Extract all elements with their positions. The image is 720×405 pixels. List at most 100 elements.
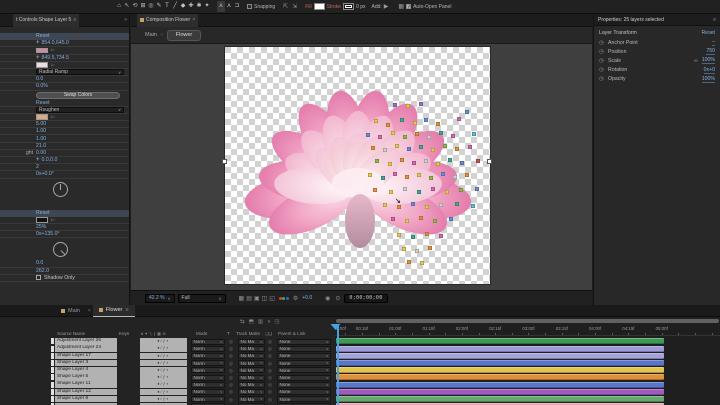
effect-point-value[interactable]: 849.5,734.5 xyxy=(42,55,69,61)
effect-param-value[interactable]: 0.00 xyxy=(36,150,46,156)
layer-row[interactable]: Adjustment Layer 26 ♦∕ƒ▪ Norm ∨ ◎ No Ma ∨ ◎ None… xyxy=(0,338,335,345)
property-value[interactable]: – xyxy=(712,39,715,47)
blend-mode-select[interactable]: Norm ∨ xyxy=(191,338,225,345)
stopwatch-icon[interactable]: ◷ xyxy=(599,58,608,64)
mini-flowchart-icon[interactable]: ⇆ xyxy=(240,319,245,325)
layer-name[interactable]: Shape Layer 6 xyxy=(55,395,117,403)
layer-color-chip[interactable] xyxy=(51,338,54,345)
parent-link-select[interactable]: None ∨ xyxy=(277,338,331,345)
effect-color-swatch[interactable] xyxy=(36,114,48,120)
track-matte-select[interactable]: No Ma ∨ xyxy=(238,367,265,374)
composition-tab-close-icon[interactable]: × xyxy=(192,17,195,23)
layer-duration-bar[interactable] xyxy=(336,395,664,402)
zoom-out-toolbar-icon[interactable]: ⇲ xyxy=(292,3,297,10)
fill-color-swatch[interactable] xyxy=(313,3,325,10)
layer-switches[interactable]: ♦∕ƒ▪ xyxy=(140,345,187,352)
layer-duration-bar[interactable] xyxy=(336,345,664,352)
layer-switches[interactable]: ♦∕ƒ▪ xyxy=(140,388,187,396)
color-management-gear-icon[interactable]: ⚙ xyxy=(293,295,298,302)
layer-switches[interactable]: ♦∕ƒ▪ xyxy=(140,395,187,403)
show-snapshot-icon[interactable]: ⊙ xyxy=(335,295,340,302)
blend-mode-select[interactable]: Norm ∨ xyxy=(191,374,225,381)
parent-pickwhip-icon[interactable]: ◎ xyxy=(268,339,272,345)
effect-color-swatch[interactable] xyxy=(36,217,48,223)
layer-name[interactable]: Adjustment Layer 26 xyxy=(55,338,117,345)
playhead-line[interactable] xyxy=(337,325,339,405)
clone-stamp-tool-icon[interactable]: ✱ xyxy=(195,1,203,12)
effect-param-value[interactable]: 0.0% xyxy=(36,83,48,89)
rotation-dial[interactable] xyxy=(53,241,68,257)
column-keys[interactable]: Keys xyxy=(119,331,129,336)
effect-param-value[interactable]: 262.0 xyxy=(36,268,49,274)
layer-name[interactable]: Shape Layer 11 xyxy=(55,381,117,388)
layer-switches[interactable]: ♦∕ƒ▪ xyxy=(140,366,187,374)
crosshair-icon[interactable]: + xyxy=(36,157,40,163)
effect-color-swatch[interactable] xyxy=(36,47,48,54)
eyedropper-icon[interactable]: ▻ xyxy=(51,62,55,68)
layer-row[interactable]: Shape Layer 6 ♦∕ƒ▪ Norm ∨ ◎ No Ma ∨ ◎ None ∨ xyxy=(0,395,335,403)
column-parent-link[interactable]: Parent & Link xyxy=(278,331,306,336)
channel-select-icon[interactable] xyxy=(278,296,289,300)
graph-editor-icon[interactable]: ◳ xyxy=(274,319,279,325)
brush-tool-icon[interactable]: ✚ xyxy=(187,1,195,12)
panel-menu-icon[interactable]: ≡ xyxy=(73,17,76,23)
stroke-color-swatch[interactable] xyxy=(343,3,355,10)
timecode-display[interactable]: 0;00;00;00 xyxy=(344,293,388,303)
mask-shape-tool-icon[interactable]: ◆ xyxy=(179,1,187,12)
parent-pickwhip-icon[interactable]: ◎ xyxy=(268,382,272,388)
parent-link-select[interactable]: None ∨ xyxy=(277,388,331,395)
layer-name[interactable]: Shape Layer 3 xyxy=(55,359,117,367)
transform-reset-link[interactable]: Reset xyxy=(701,30,715,36)
magnification-select[interactable]: 42.2 % ∨ xyxy=(145,293,175,303)
parent-link-select[interactable]: None ∨ xyxy=(277,360,331,367)
parent-pickwhip-icon[interactable]: ◎ xyxy=(268,375,272,381)
effect-param-value[interactable]: 1.00 xyxy=(36,128,46,134)
effect-param-value[interactable]: 0x+135.0° xyxy=(36,231,60,237)
region-of-interest-icon[interactable]: ▣ xyxy=(254,295,260,302)
line-tool-icon[interactable]: ╱ xyxy=(171,1,179,12)
current-view-icon[interactable]: ◱ xyxy=(269,295,275,302)
layer-switches[interactable]: ♦∕ƒ▪ xyxy=(140,381,187,388)
tab-main[interactable]: Main xyxy=(55,305,86,317)
layer-name[interactable]: Shape Layer 12 xyxy=(55,388,117,396)
property-value[interactable]: 100% xyxy=(701,57,715,65)
tab-overflow-icon[interactable]: » xyxy=(124,17,127,23)
layer-row[interactable]: Shape Layer 11 ♦∕ƒ▪ Norm ∨ ◎ No Ma ∨ ◎ None ∨ xyxy=(0,381,335,388)
zoom-tool-icon[interactable]: ◎ xyxy=(147,1,155,12)
snapping-checkbox[interactable] xyxy=(247,4,252,9)
blend-mode-select[interactable]: Norm ∨ xyxy=(191,367,225,374)
effect-point-value[interactable]: 0.0,0.0 xyxy=(42,157,58,163)
column-track-matte[interactable]: Track Matte xyxy=(236,331,260,336)
property-value[interactable]: 100% xyxy=(701,76,715,83)
layer-switches[interactable]: ♦∕ƒ▪ xyxy=(140,338,187,345)
layer-duration-bar[interactable] xyxy=(336,359,664,366)
eyedropper-icon[interactable]: ▻ xyxy=(51,217,55,223)
column-t[interactable]: T xyxy=(227,331,230,336)
blend-mode-select[interactable]: Norm ∨ xyxy=(191,381,225,388)
playhead-marker[interactable] xyxy=(330,324,341,330)
property-value[interactable]: 750 xyxy=(706,48,715,56)
home-tool-icon[interactable]: ⌂ xyxy=(115,1,123,12)
blend-mode-select[interactable]: Norm ∨ xyxy=(191,388,225,395)
timeline-scrollbar[interactable] xyxy=(336,319,719,323)
composition-tab[interactable]: Composition Flower × xyxy=(137,13,199,27)
layer-color-chip[interactable] xyxy=(51,374,54,381)
selection-tool-icon[interactable]: ↖ xyxy=(123,1,131,12)
tab-close-icon[interactable]: × xyxy=(88,308,91,314)
effect-param-value[interactable]: 2 xyxy=(36,164,39,170)
layer-switches[interactable]: ♦∕ƒ▪ xyxy=(140,352,187,360)
layer-duration-bar[interactable] xyxy=(336,388,664,395)
property-value[interactable]: 0x+0 xyxy=(703,67,715,74)
layer-color-chip[interactable] xyxy=(51,367,54,374)
track-matte-select[interactable]: No Ma ∨ xyxy=(238,374,265,381)
layer-row[interactable]: Shape Layer 3 ♦∕ƒ▪ Norm ∨ ◎ No Ma ∨ ◎ None ∨ xyxy=(0,359,335,367)
blend-mode-select[interactable]: Norm ∨ xyxy=(191,345,225,352)
snapshot-camera-icon[interactable]: ◉ xyxy=(325,295,330,302)
timeline-track-area[interactable]: 0:00f 00:15f 01:00f 01:15f 02:00f 02:15f 03:00… xyxy=(330,317,720,405)
matte-toggle-icon[interactable]: ◎ xyxy=(229,397,233,403)
layer-color-chip[interactable] xyxy=(51,359,54,366)
lotus-flower-artwork[interactable] xyxy=(225,47,490,284)
puppet-pin-tool-icon[interactable]: ✦ xyxy=(203,1,211,12)
effect-controls-tab[interactable]: t Controls:Shape Layer 5 ≡ xyxy=(13,13,80,27)
layer-duration-bar[interactable] xyxy=(336,367,664,374)
